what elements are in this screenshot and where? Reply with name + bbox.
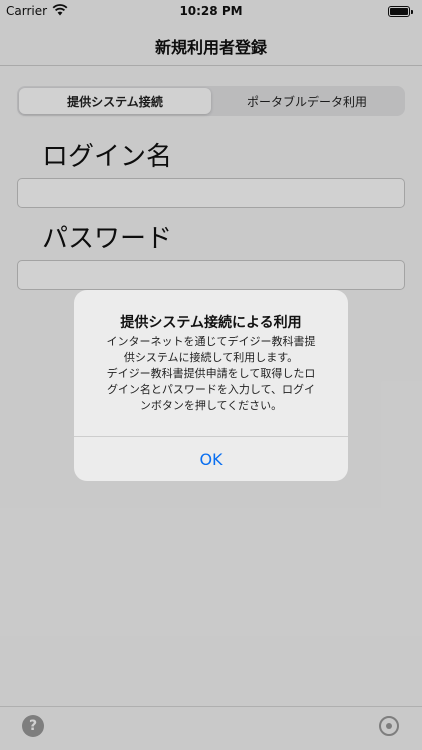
alert-message-line: 供システムに接続して利用します。 bbox=[123, 351, 299, 364]
ok-button[interactable]: OK bbox=[74, 437, 348, 481]
alert-message-line: デイジー教科書提供申請をして取得したロ bbox=[106, 367, 316, 380]
alert-title: 提供システム接続による利用 bbox=[120, 315, 302, 331]
alert-message-line: グイン名とパスワードを入力して、ログイ bbox=[106, 383, 316, 396]
alert-message-line: インターネットを通じてデイジー教科書提 bbox=[106, 335, 316, 348]
alert-message: インターネットを通じてデイジー教科書提 供システムに接続して利用します。 デイジ… bbox=[88, 334, 334, 414]
alert-dialog: 提供システム接続による利用 インターネットを通じてデイジー教科書提 供システムに… bbox=[74, 290, 348, 481]
alert-message-line: ンボタンを押してください。 bbox=[139, 399, 283, 412]
